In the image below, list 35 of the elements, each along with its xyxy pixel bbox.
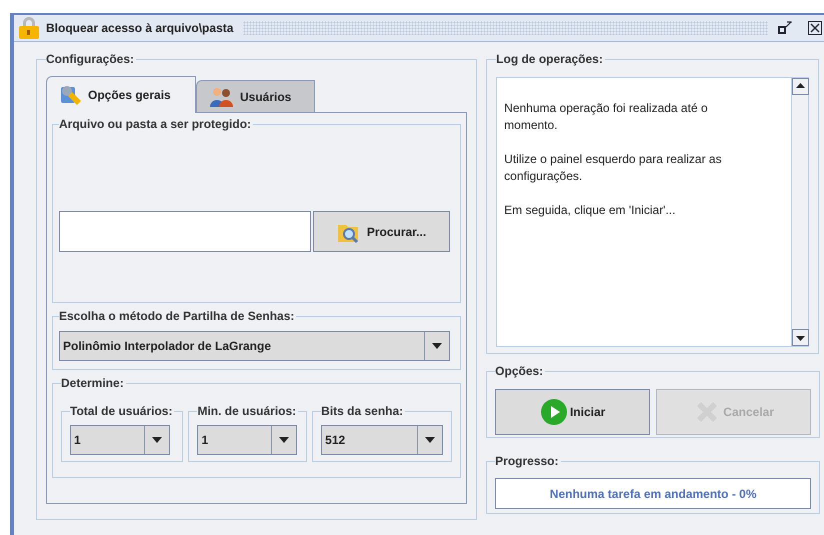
dropdown-value: 1 bbox=[71, 426, 145, 454]
log-text: Nenhuma operação foi realizada até o momento. bbox=[504, 100, 709, 134]
group-title: Min. de usuários: bbox=[197, 403, 298, 420]
window-title: Bloquear acesso à arquivo\pasta bbox=[46, 20, 234, 37]
scrollbar[interactable] bbox=[791, 78, 808, 346]
tab[interactable]: Opções gerais bbox=[46, 76, 196, 113]
padlock-icon bbox=[18, 16, 40, 40]
group-title: Total de usuários: bbox=[70, 403, 174, 420]
play-icon bbox=[540, 398, 568, 426]
users-icon bbox=[209, 86, 235, 108]
dropdown[interactable]: 1 bbox=[70, 425, 170, 455]
tab[interactable]: Usuários bbox=[196, 80, 315, 112]
group-title: Escolha o método de Partilha de Senhas: bbox=[59, 308, 296, 325]
dropdown-value: 1 bbox=[198, 426, 272, 454]
group-title: Log de operações: bbox=[496, 51, 604, 68]
dropdown-value: 512 bbox=[322, 426, 418, 454]
log-text: Utilize o painel esquerdo para realizar as configurações. bbox=[504, 151, 723, 185]
group-title: Opções: bbox=[495, 363, 544, 380]
group-title: Bits da senha: bbox=[321, 403, 404, 420]
dropdown[interactable]: 512 bbox=[321, 425, 444, 455]
caret-icon bbox=[152, 437, 162, 443]
path-field[interactable] bbox=[59, 211, 311, 252]
log-text: Em seguida, clique em 'Iniciar'... bbox=[504, 202, 676, 219]
dropdown[interactable]: 1 bbox=[197, 425, 298, 455]
browse-button[interactable]: Procurar... bbox=[313, 211, 450, 252]
group-title: Progresso: bbox=[495, 453, 560, 470]
close-icon[interactable] bbox=[808, 21, 822, 35]
caret-icon bbox=[279, 437, 290, 443]
caret-icon bbox=[425, 437, 436, 443]
group-title: Determine: bbox=[61, 375, 125, 392]
restore-icon[interactable] bbox=[778, 21, 792, 35]
group-title: Arquivo ou pasta a ser protegido: bbox=[59, 116, 252, 133]
start-button[interactable]: Iniciar bbox=[495, 389, 650, 435]
group-title: Configurações: bbox=[46, 51, 136, 68]
caret-icon bbox=[432, 343, 442, 349]
